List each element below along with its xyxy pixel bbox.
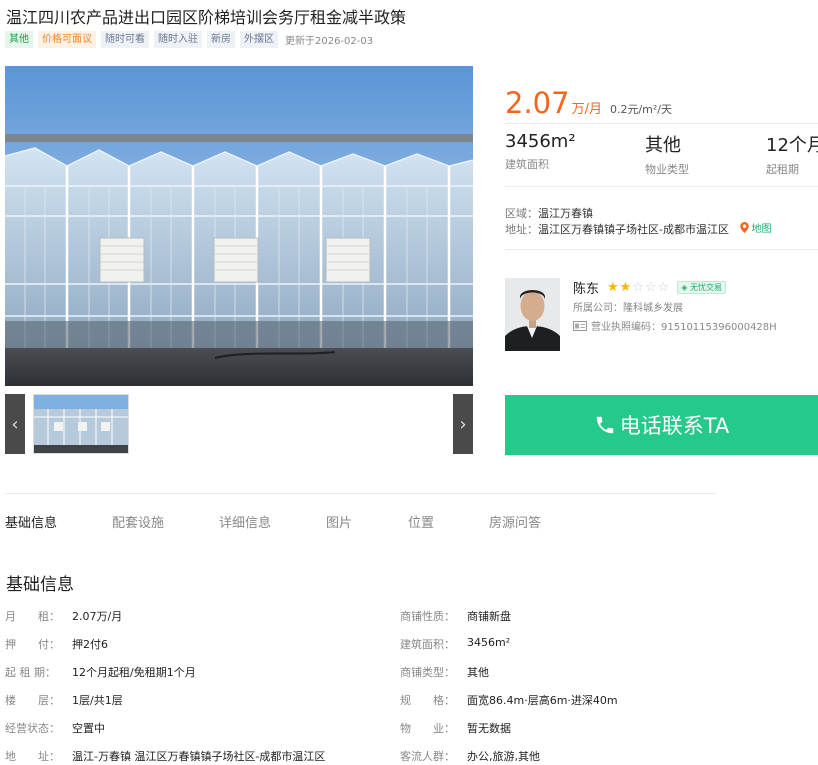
stat-lease-value: 12个月 — [766, 135, 818, 156]
address-value: 温江区万春镇镇子场社区-成都市温江区 — [538, 223, 729, 236]
map-link-label: 地图 — [751, 224, 772, 235]
info-label: 楼 层： — [5, 694, 60, 707]
chevron-right-icon: › — [459, 413, 467, 435]
info-value: 面宽86.4m·层高6m·进深40m — [467, 694, 618, 707]
info-value: 暂无数据 — [467, 722, 511, 735]
info-value: 3456m² — [467, 636, 511, 649]
stat-area-label: 建筑面积 — [505, 158, 549, 171]
info-value: 2.07万/月 — [72, 610, 123, 623]
info-value: 商铺新盘 — [467, 610, 511, 623]
info-value: 空置中 — [72, 722, 105, 735]
info-label: 地 址： — [5, 750, 60, 763]
info-label: 月 租： — [5, 610, 60, 623]
tag-negotiable: 价格可面议 — [38, 31, 96, 48]
info-label: 起 租 期： — [5, 666, 56, 679]
price-unit: 万/月 — [571, 102, 602, 117]
agent-company: 所属公司：隆科城乡发展 — [573, 299, 683, 314]
stat-type-value: 其他 — [645, 135, 681, 156]
info-value: 其他 — [467, 666, 489, 679]
shield-icon: ◈ — [681, 283, 688, 292]
map-link[interactable]: 地图 — [740, 220, 771, 235]
tabs-divider — [5, 493, 716, 494]
info-value: 1层/共1层 — [72, 694, 123, 707]
star-empty-icon: ☆ — [644, 280, 657, 295]
tag-list: 其他 价格可面议 随时可看 随时入驻 新房 外摆区 更新于2026-02-03 — [5, 31, 373, 48]
info-label: 押 付： — [5, 638, 60, 651]
tag-move-in: 随时入驻 — [154, 31, 202, 48]
call-button-label: 电话联系TA — [619, 414, 730, 438]
stat-property-type: 其他 物业类型 — [645, 131, 689, 177]
trust-badge: ◈ 无忧交易 — [677, 281, 726, 294]
tab-photos[interactable]: 图片 — [326, 512, 352, 531]
divider — [505, 123, 818, 124]
info-label: 经营状态： — [5, 722, 60, 735]
divider — [505, 186, 818, 187]
price-row: 2.07 万/月 0.2元/m²/天 — [505, 86, 672, 120]
thumbnail[interactable] — [33, 394, 129, 454]
info-value: 押2付6 — [72, 638, 108, 651]
map-pin-icon — [740, 222, 750, 233]
call-button[interactable]: 电话联系TA — [505, 395, 818, 455]
phone-icon — [596, 416, 613, 434]
license-value: 91510115396000428H — [661, 322, 777, 333]
info-label: 规 格： — [400, 694, 455, 707]
company-label: 所属公司： — [573, 303, 623, 314]
info-value: 办公,旅游,其他 — [467, 750, 540, 763]
agent-license: 营业执照编码：91510115396000428H — [573, 318, 777, 333]
page-title: 温江四川农产品进出口园区阶梯培训会务厅租金减半政策 — [6, 8, 407, 27]
tab-location[interactable]: 位置 — [408, 512, 434, 531]
stat-area: 3456m² 建筑面积 — [505, 131, 576, 172]
agent-name[interactable]: 陈东 — [573, 278, 599, 297]
thumb-prev-button[interactable]: ‹ — [5, 394, 25, 454]
area-value: 温江万春镇 — [538, 207, 593, 220]
thumb-next-button[interactable]: › — [453, 394, 473, 454]
address-row: 地址：温江区万春镇镇子场社区-成都市温江区 地图 — [505, 220, 771, 237]
divider — [505, 249, 818, 250]
area-label: 区域： — [505, 207, 538, 220]
info-value: 温江-万春镇 温江区万春镇镇子场社区-成都市温江区 — [72, 750, 326, 763]
info-label: 物 业： — [400, 722, 455, 735]
price-per-unit: 0.2元/m²/天 — [609, 103, 672, 116]
info-value: 12个月起租/免租期1个月 — [72, 666, 196, 679]
section-title: 基础信息 — [6, 575, 74, 595]
info-label: 建筑面积： — [400, 638, 455, 651]
star-empty-icon: ☆ — [657, 280, 670, 295]
main-photo[interactable] — [5, 66, 473, 386]
address-label: 地址： — [505, 223, 538, 236]
info-label: 商铺类型： — [400, 666, 455, 679]
chevron-left-icon: ‹ — [11, 413, 19, 435]
info-label: 客流人群： — [400, 750, 455, 763]
tag-viewing: 随时可看 — [101, 31, 149, 48]
avatar — [505, 278, 560, 351]
info-label: 商铺性质： — [400, 610, 455, 623]
tab-details[interactable]: 详细信息 — [219, 512, 271, 531]
tag-property-type: 其他 — [5, 31, 33, 48]
trust-badge-label: 无忧交易 — [690, 283, 722, 292]
agent-name-row: 陈东 ★ ★ ☆ ☆ ☆ ◈ 无忧交易 — [573, 278, 726, 297]
stat-lease-term: 12个月 起租期 — [766, 131, 818, 177]
id-card-icon — [573, 320, 587, 331]
tab-facilities[interactable]: 配套设施 — [112, 512, 164, 531]
star-empty-icon: ☆ — [632, 280, 644, 295]
company-value: 隆科城乡发展 — [623, 303, 683, 314]
updated-date: 更新于2026-02-03 — [285, 36, 374, 47]
tab-qa[interactable]: 房源问答 — [489, 512, 541, 531]
stat-type-label: 物业类型 — [645, 163, 689, 176]
stat-lease-label: 起租期 — [766, 163, 799, 176]
stat-area-value: 3456m² — [505, 131, 576, 152]
star-icon: ★ — [619, 280, 632, 295]
area-row: 区域：温江万春镇 — [505, 205, 593, 221]
tab-basic-info[interactable]: 基础信息 — [5, 512, 57, 531]
tag-new: 新房 — [207, 31, 235, 48]
price-value: 2.07 — [505, 86, 570, 120]
tag-outdoor: 外摆区 — [240, 31, 278, 48]
agent-rating: ★ ★ ☆ ☆ ☆ — [607, 281, 669, 294]
license-label: 营业执照编码： — [591, 322, 661, 333]
star-icon: ★ — [607, 280, 619, 295]
